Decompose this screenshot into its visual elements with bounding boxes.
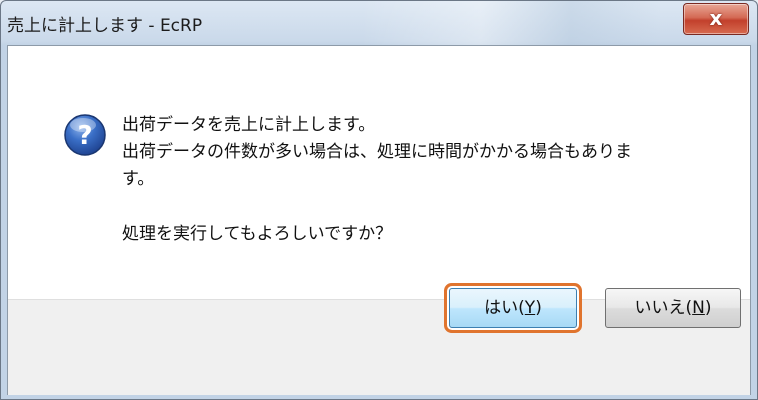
dialog-window: 売上に計上します - EcRP x ? 出荷データを売上に計上します。 出荷デー… [0,0,758,400]
dialog-client-area: ? 出荷データを売上に計上します。 出荷データの件数が多い場合は、処理に時間がか… [7,45,751,395]
yes-mnemonic: Y [524,298,536,318]
yes-label-prefix: はい( [484,298,525,318]
question-icon: ? [64,114,106,156]
message-area: ? 出荷データを売上に計上します。 出荷データの件数が多い場合は、処理に時間がか… [8,46,750,299]
message-line-3: す。 [122,169,155,189]
close-button[interactable]: x [683,3,749,35]
no-button[interactable]: いいえ(N) [605,288,741,328]
close-icon: x [709,6,723,30]
window-title: 売上に計上します - EcRP [7,16,203,36]
no-label-prefix: いいえ( [634,298,693,318]
message-line-1: 出荷データを売上に計上します。 [122,115,376,135]
message-line-2: 出荷データの件数が多い場合は、処理に時間がかかる場合もありま [122,142,632,162]
title-bar[interactable]: 売上に計上します - EcRP x [1,1,757,45]
no-mnemonic: N [692,298,705,318]
yes-button[interactable]: はい(Y) [449,288,577,328]
yes-label-suffix: ) [535,298,542,318]
svg-text:?: ? [77,121,92,151]
title-bar-glass [361,1,661,45]
confirm-question: 処理を実行してもよろしいですか？ [122,224,393,244]
no-label-suffix: ) [704,298,712,318]
